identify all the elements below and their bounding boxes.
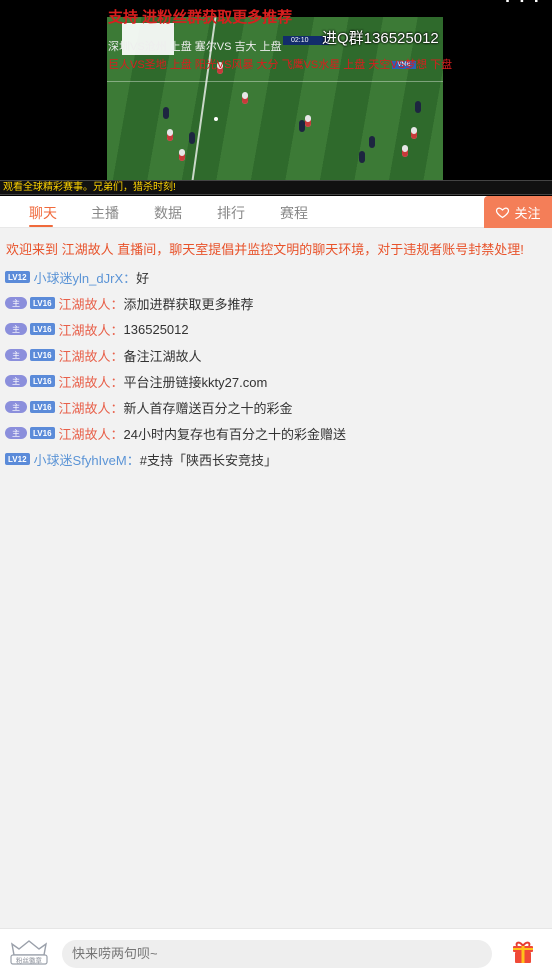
chat-message[interactable]: 主 LV16 江湖故人： 平台注册链接kkty27.com — [5, 371, 267, 391]
scrolling-ticker: 观看全球精彩赛事。兄弟们，猎杀时刻! — [0, 180, 552, 195]
level-badge: LV16 — [30, 349, 55, 361]
chat-message[interactable]: 主 LV16 江湖故人： 备注江湖故人 — [5, 345, 202, 365]
chat-text: #支持「陕西长安竞技」 — [139, 452, 277, 468]
tab-ranking[interactable]: 排行 — [217, 203, 245, 223]
chat-panel[interactable]: 欢迎来到 江湖故人 直播间，聊天室提倡并监控文明的聊天环境，对于违规者账号封禁处… — [0, 229, 552, 928]
level-badge: LV16 — [30, 375, 55, 387]
chat-username[interactable]: 江湖故人： — [59, 398, 124, 417]
promo-qq-text: 进Q群136525012 — [322, 30, 439, 47]
chat-message[interactable]: 主 LV16 江湖故人： 136525012 — [5, 319, 189, 339]
chat-username[interactable]: 江湖故人： — [59, 424, 124, 443]
live-room-screen: ▪ ▪ ▪ 02:10 VMB 支持 进粉丝群获取更多推荐 进Q群1365250… — [0, 0, 552, 970]
chat-text: 平台注册链接kkty27.com — [123, 374, 268, 390]
chat-text: 添加进群获取更多推荐 — [123, 296, 254, 312]
chat-message[interactable]: LV12 小球迷SfyhIveM： #支持「陕西长安竞技」 — [5, 449, 277, 469]
tab-anchor[interactable]: 主播 — [91, 203, 119, 223]
follow-button[interactable]: 关注 — [484, 196, 552, 228]
active-tab-indicator — [29, 225, 53, 227]
promo-banner-text: 支持 进粉丝群获取更多推荐 — [108, 9, 293, 26]
video-player[interactable]: ▪ ▪ ▪ 02:10 VMB 支持 进粉丝群获取更多推荐 进Q群1365250… — [0, 0, 552, 196]
chat-text: 好 — [136, 270, 150, 286]
room-owner-badge: 主 — [5, 297, 27, 309]
chat-message[interactable]: 主 LV16 江湖故人： 24小时内复存也有百分之十的彩金赠送 — [5, 423, 346, 443]
chat-text: 新人首存赠送百分之十的彩金 — [123, 400, 293, 416]
gift-box-icon[interactable] — [510, 939, 536, 965]
fan-badge-label: 粉丝徽章 — [16, 956, 43, 965]
chat-username[interactable]: 江湖故人： — [59, 346, 124, 365]
chat-message[interactable]: 主 LV16 江湖故人： 新人首存赠送百分之十的彩金 — [5, 397, 293, 417]
chat-username[interactable]: 江湖故人： — [59, 372, 124, 391]
chat-input-bar: 粉丝徽章 — [0, 928, 552, 970]
chat-username[interactable]: 江湖故人： — [59, 294, 124, 313]
room-owner-badge: 主 — [5, 401, 27, 413]
chat-message[interactable]: 主 LV16 江湖故人： 添加进群获取更多推荐 — [5, 293, 254, 313]
level-badge: LV16 — [30, 427, 55, 439]
chat-username[interactable]: 小球迷yln_dJrX： — [34, 268, 137, 287]
heart-outline-icon — [496, 206, 510, 218]
status-icons: ▪ ▪ ▪ — [505, 0, 542, 7]
crown-badge-icon[interactable]: 粉丝徽章 — [8, 938, 50, 966]
chat-message[interactable]: LV12 小球迷yln_dJrX： 好 — [5, 267, 149, 287]
room-owner-badge: 主 — [5, 375, 27, 387]
tab-schedule[interactable]: 赛程 — [280, 203, 308, 223]
room-owner-badge: 主 — [5, 427, 27, 439]
room-owner-badge: 主 — [5, 323, 27, 335]
match-tip-line-2: 巨人VS圣地 上盘 阳光VS风暴 大分 飞鹰VS水星 上盘 天空VS梦想 下盘 — [108, 59, 453, 71]
chat-text: 备注江湖故人 — [123, 348, 202, 364]
chat-username[interactable]: 江湖故人： — [59, 320, 124, 339]
level-badge: LV16 — [30, 323, 55, 335]
tab-bar: 聊天 主播 数据 排行 赛程 关注 — [0, 196, 552, 228]
room-owner-badge: 主 — [5, 349, 27, 361]
tab-data[interactable]: 数据 — [154, 203, 182, 223]
follow-label: 关注 — [514, 205, 541, 221]
level-badge: LV12 — [5, 271, 30, 283]
chat-text: 24小时内复存也有百分之十的彩金赠送 — [123, 426, 347, 442]
chat-username[interactable]: 小球迷SfyhIveM： — [34, 450, 140, 469]
level-badge: LV16 — [30, 401, 55, 413]
welcome-notice: 欢迎来到 江湖故人 直播间，聊天室提倡并监控文明的聊天环境，对于违规者账号封禁处… — [6, 242, 524, 257]
level-badge: LV12 — [5, 453, 30, 465]
match-tip-line-1: 深圳VS沧州 上盘 塞尔VS 吉大 上盘 — [108, 41, 282, 53]
tab-chat[interactable]: 聊天 — [29, 203, 57, 223]
chat-text: 136525012 — [123, 321, 189, 337]
level-badge: LV16 — [30, 297, 55, 309]
chat-input[interactable] — [62, 940, 492, 968]
